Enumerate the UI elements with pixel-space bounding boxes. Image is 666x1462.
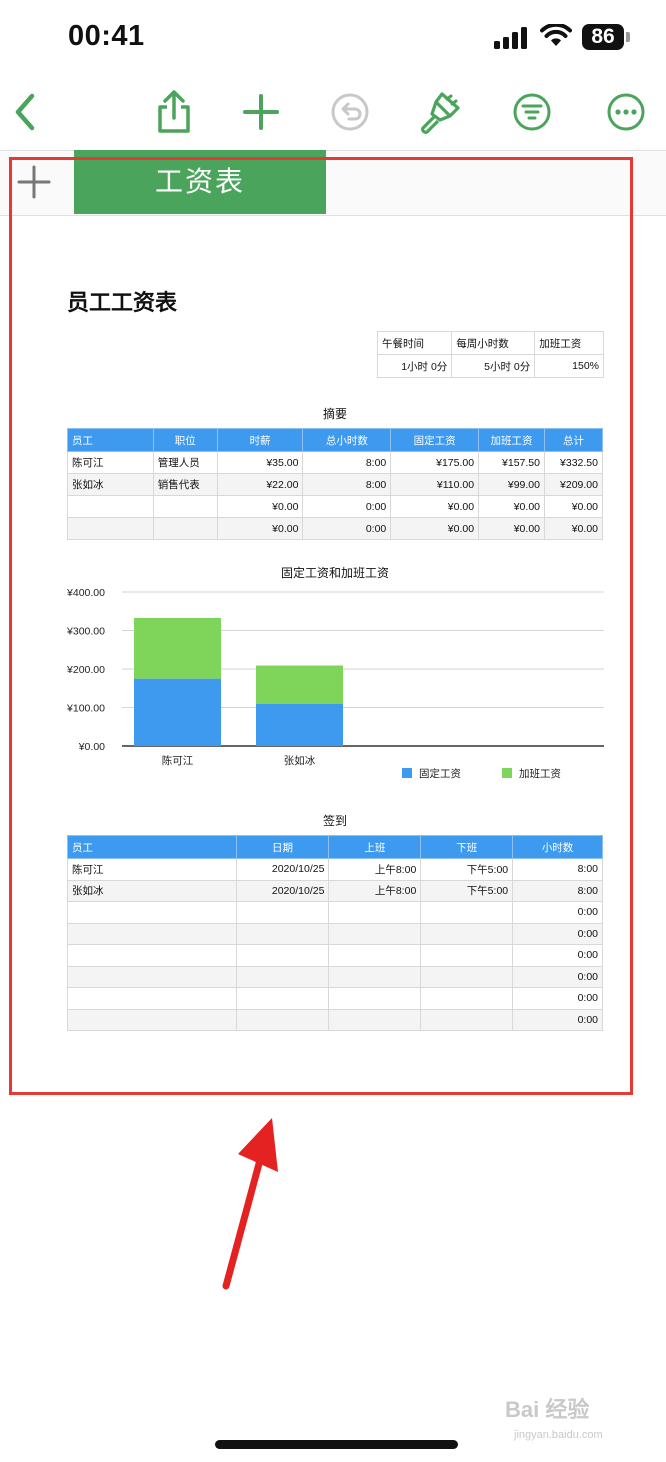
home-indicator [215, 1440, 458, 1449]
filter-icon[interactable] [512, 90, 552, 134]
red-arrow-annotation [222, 1118, 278, 1290]
status-time: 00:41 [68, 20, 145, 52]
battery-tip [626, 32, 630, 42]
share-icon[interactable] [154, 90, 194, 134]
back-chevron-icon[interactable] [8, 90, 42, 134]
add-icon[interactable] [242, 90, 280, 134]
undo-icon[interactable] [330, 90, 370, 134]
wifi-icon [540, 24, 572, 46]
format-brush-icon[interactable] [418, 90, 462, 136]
more-icon[interactable] [606, 90, 646, 134]
baidu-watermark-url: jingyan.baidu.com [514, 1429, 603, 1441]
baidu-watermark-logo: Bai 经验 [505, 1397, 590, 1422]
cellular-signal-icon [494, 27, 527, 49]
battery-indicator: 86 [582, 24, 624, 50]
highlight-box [9, 157, 633, 1095]
